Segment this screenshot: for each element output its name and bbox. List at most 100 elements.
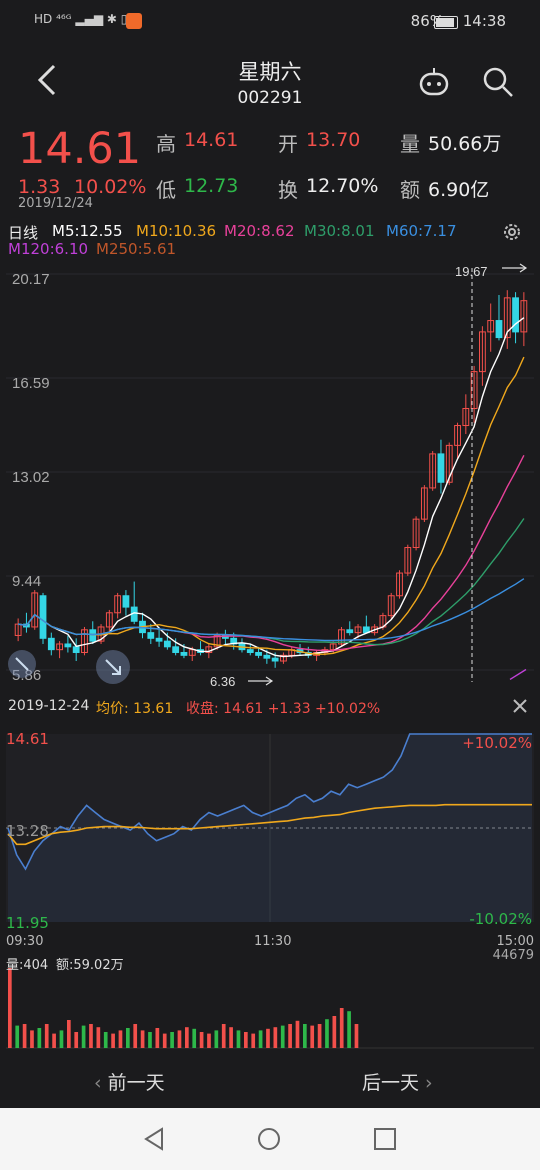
candle-body bbox=[122, 595, 130, 608]
volume-bar bbox=[170, 1032, 174, 1048]
candle-body bbox=[163, 640, 171, 648]
clock: 14:38 bbox=[462, 12, 506, 30]
volume-bar bbox=[103, 1032, 108, 1048]
candle-body bbox=[147, 632, 155, 639]
y-mid-label: 13.28 bbox=[6, 822, 49, 840]
volume-value: 50.66万 bbox=[428, 133, 502, 155]
ma120-label: M120:6.10 bbox=[8, 240, 89, 258]
next-day-button[interactable]: 后一天 › bbox=[362, 1068, 433, 1095]
volume-bar bbox=[89, 1024, 93, 1048]
volume-bar bbox=[118, 1030, 123, 1048]
volume-bar bbox=[177, 1030, 182, 1048]
close-icon bbox=[513, 699, 527, 713]
high-label: 高 bbox=[156, 132, 176, 156]
candle-body bbox=[246, 649, 254, 653]
candle-body bbox=[64, 643, 72, 648]
y-bottom-label: 11.95 bbox=[6, 914, 49, 932]
chevron-right-icon: › bbox=[419, 1072, 433, 1094]
turnover-label: 换 bbox=[278, 178, 298, 202]
y-top-label: 14.61 bbox=[6, 730, 49, 748]
candle-body bbox=[495, 320, 503, 339]
candle-body bbox=[89, 629, 97, 642]
volume-bar bbox=[199, 1032, 204, 1048]
volume-bar-label: 量:404 bbox=[6, 958, 49, 973]
volume-bar bbox=[96, 1027, 101, 1048]
circle-home-icon bbox=[258, 1128, 280, 1150]
intraday-date: 2019-12-24 bbox=[8, 698, 90, 714]
volume-bar bbox=[59, 1030, 64, 1048]
candle-body bbox=[263, 654, 271, 659]
volume-bar bbox=[273, 1027, 278, 1048]
candle-body bbox=[155, 637, 163, 642]
volume-bar bbox=[221, 1024, 226, 1048]
volume-bar bbox=[251, 1033, 256, 1048]
pct-top-label: +10.02% bbox=[462, 734, 532, 752]
amount-value: 6.90亿 bbox=[428, 179, 490, 201]
prev-day-label: 前一天 bbox=[107, 1072, 165, 1094]
volume-bar bbox=[111, 1033, 115, 1048]
ma5-line bbox=[17, 317, 525, 658]
volume-bar bbox=[207, 1033, 211, 1048]
candle-body bbox=[271, 657, 279, 662]
volume-bar bbox=[140, 1030, 145, 1048]
avg-price-label: 均价: 13.61 bbox=[96, 701, 174, 717]
page-title: 星期六 bbox=[238, 60, 302, 84]
volume-bar bbox=[325, 1019, 329, 1048]
settings-button[interactable] bbox=[500, 220, 524, 244]
home-nav-button[interactable] bbox=[256, 1126, 282, 1156]
open-label: 开 bbox=[278, 132, 298, 156]
volume-bar bbox=[15, 1025, 20, 1048]
day-nav: ‹ 前一天 后一天 › bbox=[0, 1060, 540, 1105]
volume-bar bbox=[295, 1020, 300, 1048]
candle-body bbox=[39, 595, 47, 639]
ma20-label: M20:8.62 bbox=[224, 222, 295, 240]
y-tick-label: 9.44 bbox=[12, 573, 41, 590]
ma20-line bbox=[17, 454, 525, 652]
kline-chart[interactable]: 20.17 16.59 13.02 9.44 5.86 19.67 6.36 bbox=[0, 262, 540, 689]
candle-body bbox=[47, 637, 55, 651]
search-icon bbox=[483, 67, 513, 97]
volume-bar bbox=[185, 1027, 189, 1048]
volume-bar bbox=[8, 968, 12, 1048]
volume-bar bbox=[244, 1032, 248, 1048]
volume-bar bbox=[332, 1016, 337, 1048]
zoom-out-button[interactable] bbox=[8, 650, 36, 678]
candle-body bbox=[172, 646, 180, 653]
price-change: 1.33 bbox=[18, 176, 61, 198]
price-change-pct: 10.02% bbox=[74, 176, 147, 198]
x-label-noon: 11:30 bbox=[254, 934, 292, 949]
ma-legend-bar: 日线 M5:12.55 M10:10.36 M20:8.62 M30:8.01 … bbox=[0, 218, 540, 260]
volume-bar bbox=[280, 1025, 285, 1048]
search-button[interactable] bbox=[482, 66, 514, 98]
back-nav-button[interactable] bbox=[142, 1126, 168, 1156]
status-bar: HD ⁴⁶ᴳ ▂▄▆ ✱ ▯ 86% 14:38 bbox=[0, 0, 540, 44]
robot-icon bbox=[419, 68, 449, 96]
high-value: 14.61 bbox=[184, 129, 239, 151]
volume-bar bbox=[339, 1008, 344, 1048]
high-mark-label: 19.67 bbox=[455, 264, 488, 279]
volume-bar bbox=[229, 1027, 233, 1048]
prev-day-button[interactable]: ‹ 前一天 bbox=[94, 1068, 165, 1095]
recents-nav-button[interactable] bbox=[372, 1126, 398, 1156]
volume-bar bbox=[354, 1024, 359, 1048]
amount-label: 额 bbox=[400, 178, 420, 202]
volume-bar bbox=[155, 1028, 160, 1048]
y-tick-label: 13.02 bbox=[12, 469, 50, 486]
square-recents-icon bbox=[374, 1128, 396, 1150]
zoom-in-button[interactable] bbox=[96, 650, 130, 684]
volume-bar bbox=[310, 1025, 315, 1048]
pct-bottom-label: -10.02% bbox=[469, 910, 532, 928]
ma30-label: M30:8.01 bbox=[304, 222, 375, 240]
close-intraday-button[interactable] bbox=[510, 696, 530, 716]
app-notification-icon bbox=[126, 13, 142, 29]
candle-body bbox=[346, 629, 354, 634]
robot-button[interactable] bbox=[416, 66, 452, 98]
low-label: 低 bbox=[156, 178, 176, 202]
intraday-panel[interactable]: 2019-12-24 均价: 13.61 收盘: 14.61 +1.33 +10… bbox=[0, 690, 540, 1060]
quote-panel: 14.61 1.33 10.02% 2019/12/24 高 14.61 低 1… bbox=[0, 120, 540, 220]
current-price: 14.61 bbox=[18, 124, 142, 174]
arrows-out-icon bbox=[105, 659, 121, 675]
ma10-label: M10:10.36 bbox=[136, 222, 217, 240]
volume-bar bbox=[74, 1032, 79, 1048]
volume-max-label: 44679 bbox=[492, 948, 534, 963]
